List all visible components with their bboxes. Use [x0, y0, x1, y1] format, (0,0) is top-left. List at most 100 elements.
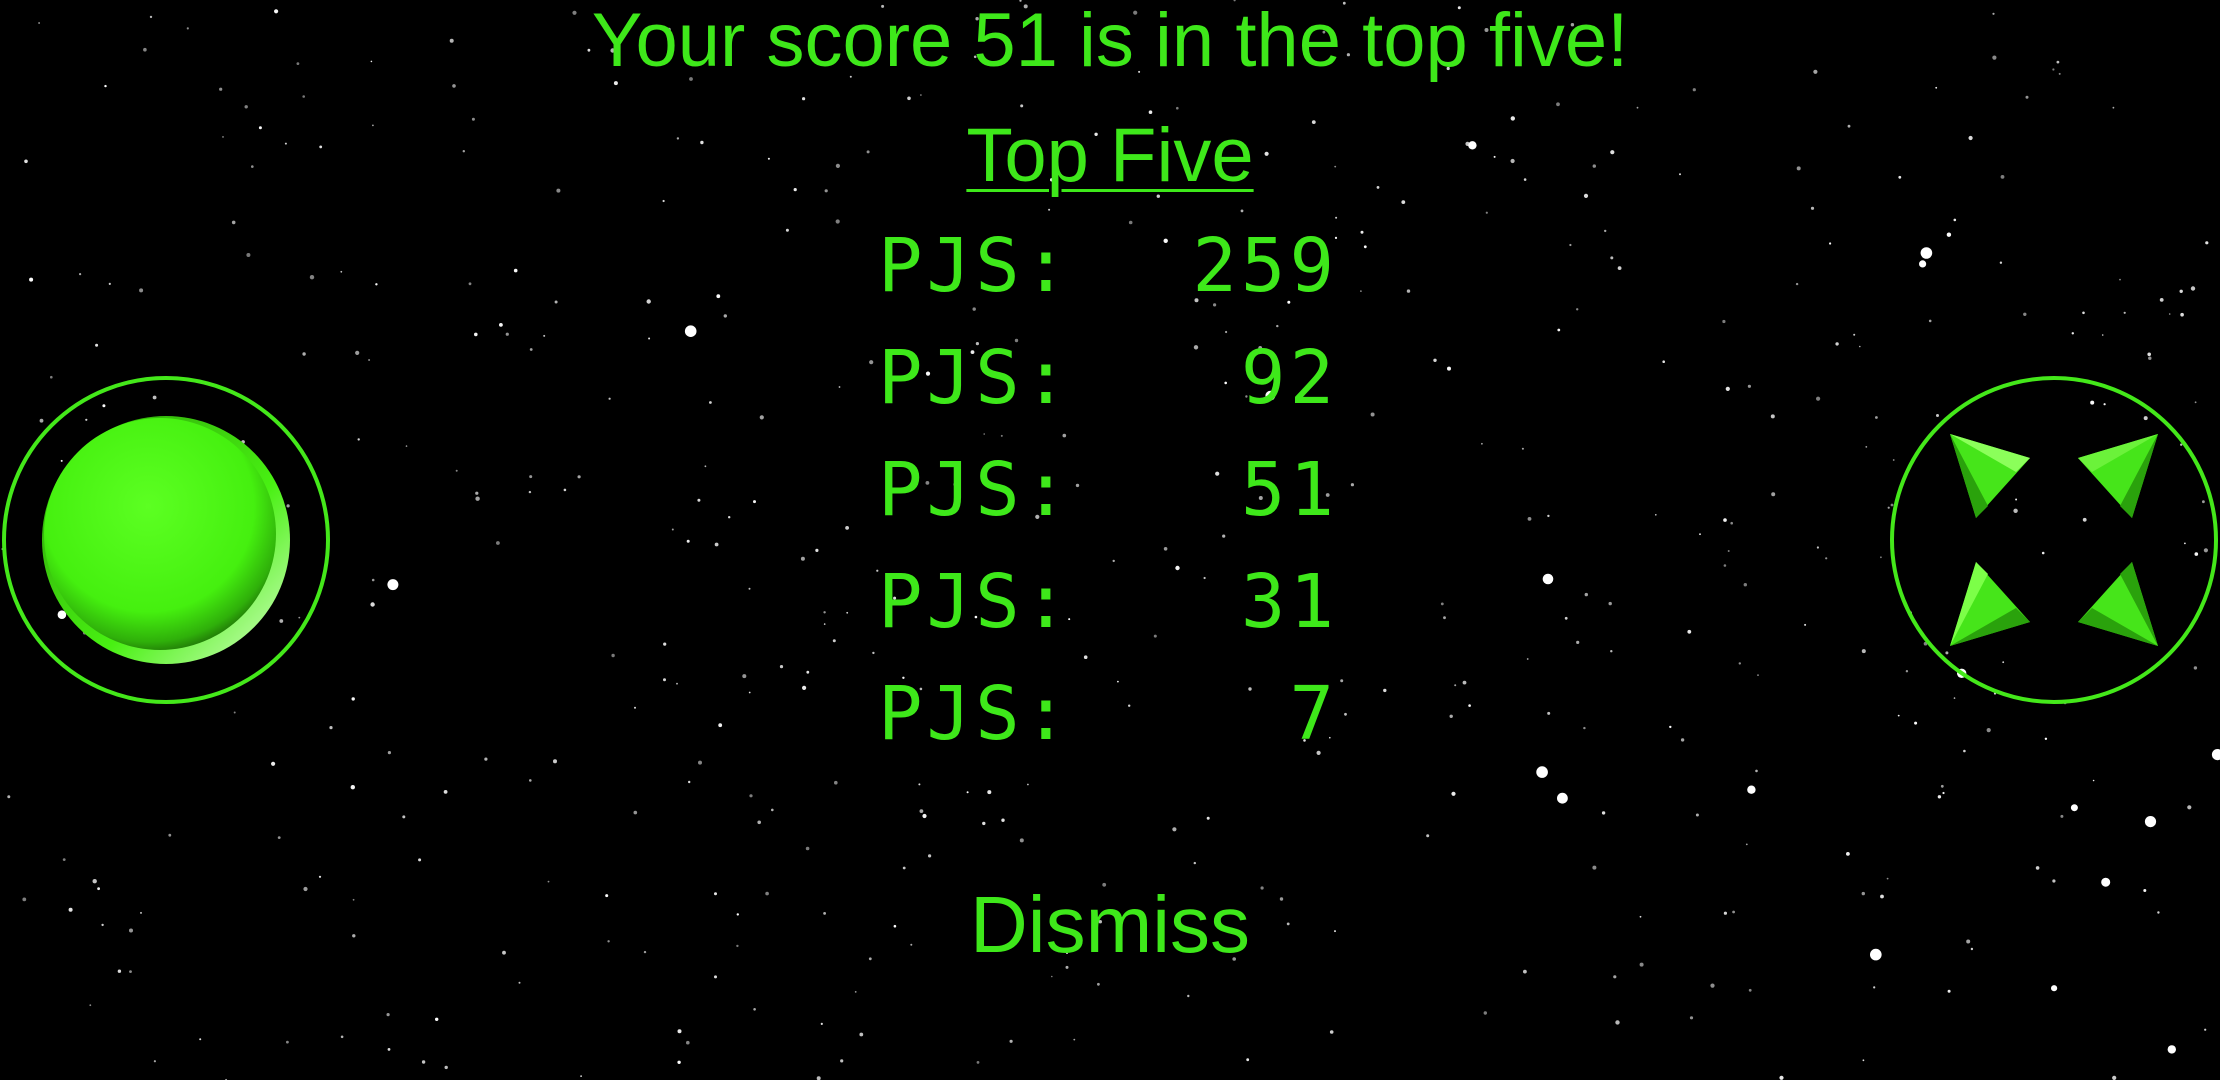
star: [1610, 650, 1613, 653]
star: [2092, 779, 2095, 782]
star: [1723, 518, 1727, 522]
star: [117, 969, 122, 973]
player-score: 31: [1240, 559, 1338, 645]
star: [329, 726, 333, 730]
star: [1880, 556, 1882, 559]
star: [919, 809, 924, 813]
star: [1462, 680, 1467, 685]
star: [1725, 386, 1730, 391]
star: [1329, 1030, 1334, 1034]
star: [1527, 517, 1532, 521]
star: [1940, 784, 1944, 788]
star: [663, 642, 667, 646]
star: [723, 314, 727, 318]
player-name: PJS:: [878, 223, 1073, 309]
star: [662, 199, 665, 203]
star: [1669, 725, 1672, 729]
star: [608, 397, 611, 400]
star: [528, 490, 532, 494]
star: [1862, 1059, 1865, 1062]
star: [716, 294, 721, 299]
four-arrow-joystick-icon: [1890, 376, 2218, 704]
star: [633, 810, 638, 815]
star: [676, 682, 678, 685]
star: [368, 359, 371, 361]
star: [1193, 861, 1197, 865]
star: [2148, 356, 2152, 360]
star: [2023, 312, 2027, 316]
star: [387, 751, 391, 755]
star: [355, 350, 360, 355]
star: [854, 991, 857, 993]
star: [129, 970, 132, 973]
star: [1835, 342, 1839, 346]
star: [1738, 662, 1742, 665]
star: [823, 611, 826, 614]
star: [529, 779, 532, 782]
star: [920, 94, 922, 96]
star: [108, 282, 111, 285]
star: [1816, 396, 1821, 401]
star: [646, 299, 651, 304]
star: [2071, 332, 2074, 335]
star: [1433, 358, 1437, 362]
star: [966, 791, 969, 794]
star: [1542, 573, 1554, 585]
star: [648, 337, 651, 340]
star: [709, 401, 712, 404]
star: [1383, 688, 1387, 693]
star: [89, 1004, 92, 1007]
star: [444, 1065, 448, 1070]
star: [987, 790, 992, 795]
star: [1576, 640, 1580, 645]
star: [1426, 834, 1430, 838]
star: [95, 343, 99, 347]
star: [371, 578, 375, 582]
star: [698, 760, 702, 765]
star: [1829, 242, 1832, 245]
star: [1810, 206, 1815, 210]
star: [663, 678, 666, 682]
star: [1360, 290, 1362, 292]
star: [518, 981, 521, 984]
star: [1019, 838, 1024, 843]
star: [2187, 805, 2192, 810]
star: [869, 360, 874, 365]
star: [350, 785, 355, 790]
star: [1953, 218, 1957, 222]
star: [405, 445, 408, 447]
star: [1187, 994, 1190, 998]
star: [2167, 1045, 2176, 1054]
star: [1523, 969, 1527, 974]
star: [277, 836, 281, 839]
star: [1569, 243, 1572, 247]
star: [1825, 557, 1828, 560]
star: [1610, 256, 1614, 260]
leaderboard-row: PJS: 7: [878, 672, 1338, 784]
star: [468, 282, 472, 286]
star: [2051, 985, 2058, 992]
star: [684, 325, 697, 338]
star: [1804, 623, 1807, 626]
star: [1481, 442, 1483, 445]
dismiss-button[interactable]: Dismiss: [970, 880, 1250, 969]
star: [815, 548, 819, 553]
star: [1564, 616, 1568, 620]
star: [246, 253, 251, 257]
star: [2082, 311, 2085, 315]
star: [1699, 533, 1701, 536]
star: [1468, 704, 1471, 707]
star: [1360, 230, 1364, 234]
star: [671, 528, 674, 531]
star: [484, 757, 488, 761]
fire-button[interactable]: [0, 374, 332, 706]
star: [1942, 791, 1945, 795]
star: [2070, 804, 2078, 812]
star: [1897, 714, 1900, 717]
star: [435, 1017, 439, 1021]
star: [340, 1035, 344, 1039]
star: [634, 706, 636, 709]
star: [1636, 106, 1639, 109]
move-joystick-button[interactable]: [1888, 374, 2220, 706]
star: [1335, 216, 1338, 219]
